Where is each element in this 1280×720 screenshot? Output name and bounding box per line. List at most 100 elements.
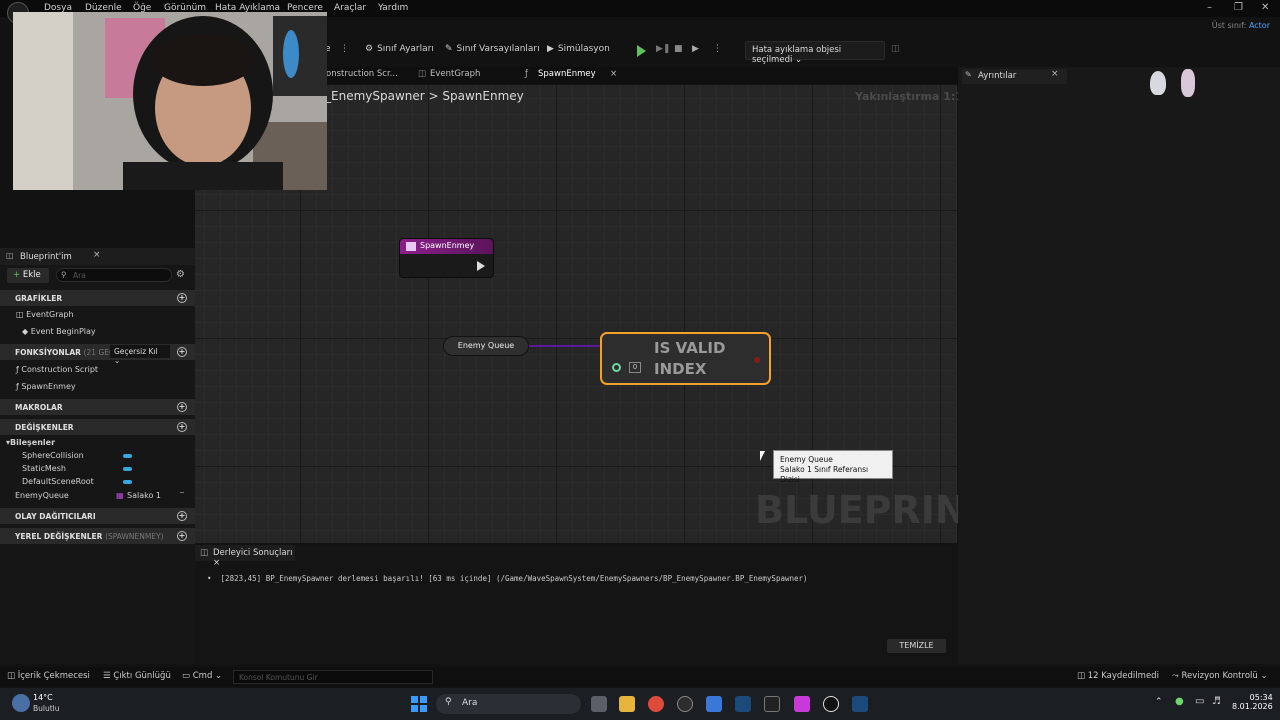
section-graphs[interactable]: GRAFİKLER +: [0, 290, 195, 306]
my-blueprint-title: Blueprint'im: [20, 252, 72, 262]
add-function-icon[interactable]: +: [177, 347, 187, 357]
minimize-icon[interactable]: –: [1207, 2, 1212, 13]
components-group[interactable]: ▾Bileşenler: [0, 438, 195, 452]
class-settings-button[interactable]: ⚙ Sınıf Ayarları: [365, 44, 434, 54]
close-panel-icon[interactable]: ×: [93, 250, 101, 260]
play-button[interactable]: [637, 45, 646, 57]
menu-tools[interactable]: Araçlar: [334, 3, 366, 13]
unsaved-assets-button[interactable]: ◫ 12 Kaydedilmedi: [1077, 671, 1159, 681]
restore-icon[interactable]: ❐: [1234, 2, 1243, 13]
chrome-icon[interactable]: [648, 696, 664, 712]
steam-icon[interactable]: [735, 696, 751, 712]
stop-icon[interactable]: ■: [674, 44, 683, 54]
my-blueprint-tab[interactable]: ◫ Blueprint'im ×: [0, 248, 195, 265]
bullet-icon: •: [207, 574, 221, 583]
github-icon[interactable]: [677, 696, 693, 712]
menu-help[interactable]: Yardım: [378, 3, 408, 13]
volume-icon[interactable]: ♬: [1212, 696, 1221, 707]
blueprint-watermark: BLUEPRINT: [755, 488, 993, 532]
debug-object-select[interactable]: Hata ayıklama objesi seçilmedi ⌄: [745, 41, 885, 65]
console-command-input[interactable]: Konsol Komutunu Gir: [233, 670, 433, 684]
taskbar-search-label: Ara: [462, 698, 478, 708]
exec-out-pin-icon[interactable]: [477, 261, 485, 271]
class-settings-label: Sınıf Ayarları: [377, 44, 434, 54]
tab-construction-script[interactable]: onstruction Scr...: [326, 69, 398, 79]
variable-row-default-scene-root[interactable]: DefaultSceneRoot: [0, 477, 195, 491]
variable-name: EnemyQueue: [15, 491, 69, 500]
section-event-dispatchers[interactable]: OLAY DAĞITICILARI +: [0, 508, 195, 524]
class-defaults-button[interactable]: ✎ Sınıf Varsayılanları: [445, 44, 540, 54]
app-icon[interactable]: [794, 696, 810, 712]
parent-class-link[interactable]: Actor: [1249, 21, 1270, 30]
tree-item-event-beginplay[interactable]: ◆ Event BeginPlay: [0, 327, 195, 341]
add-variable-icon[interactable]: +: [177, 422, 187, 432]
compiler-results-tab[interactable]: ◫ Derleyici Sonuçları ×: [195, 545, 295, 568]
clock[interactable]: 05:34 8.01.2026: [1232, 693, 1273, 711]
tree-item-construction-script[interactable]: ƒ Construction Script: [0, 365, 195, 379]
tab-event-graph[interactable]: EventGraph: [430, 69, 480, 79]
index-pin-icon[interactable]: [612, 363, 621, 372]
eye-icon[interactable]: ‾: [180, 491, 184, 500]
webcam-overlay: [13, 12, 327, 190]
details-panel: Ayrıntılar ✎ ×: [958, 67, 1280, 664]
step-icon[interactable]: ▶❚: [656, 44, 670, 54]
console-placeholder: Konsol Komutunu Gir: [239, 673, 318, 682]
content-drawer-button[interactable]: ◫ İçerik Çekmecesi: [7, 671, 90, 681]
variable-row-sphere-collision[interactable]: SphereCollision: [0, 451, 195, 465]
tray-chevron-icon[interactable]: ⌃: [1155, 697, 1163, 707]
section-local-variables[interactable]: YEREL DEĞİŞKENLER (SPAWNENMEY) +: [0, 528, 195, 544]
section-functions[interactable]: FONKSİYONLAR (21 GEÇERSİ Geçersiz Kıl ⌄ …: [0, 344, 195, 365]
find-in-browser-icon[interactable]: ◫: [891, 44, 900, 54]
simulation-button[interactable]: ▶ Simülasyon: [547, 44, 610, 54]
display-icon[interactable]: ▭: [1195, 696, 1204, 707]
gear-icon[interactable]: ⚙: [176, 269, 185, 280]
add-dispatcher-icon[interactable]: +: [177, 511, 187, 521]
close-tab-icon[interactable]: ×: [213, 558, 220, 568]
ghost-figure-icon: [1150, 71, 1166, 95]
variable-row-static-mesh[interactable]: StaticMesh: [0, 464, 195, 478]
close-details-icon[interactable]: ×: [1051, 69, 1059, 79]
store-icon[interactable]: [706, 696, 722, 712]
variable-row-enemy-queue[interactable]: EnemyQueue ▦ Salako 1 ‾: [0, 491, 195, 505]
task-view-icon[interactable]: [591, 696, 607, 712]
tree-item-spawn-enmey[interactable]: ƒ SpawnEnmey: [0, 382, 195, 396]
is-valid-index-node[interactable]: IS VALID INDEX 0: [600, 332, 771, 385]
details-tab-label: Ayrıntılar: [978, 71, 1017, 81]
tree-item-event-graph[interactable]: ◫ EventGraph: [0, 310, 195, 324]
add-local-variable-icon[interactable]: +: [177, 531, 187, 541]
eject-icon[interactable]: ▶: [692, 44, 699, 54]
cmd-dropdown[interactable]: ▭ Cmd ⌄: [182, 671, 222, 681]
variable-name: StaticMesh: [22, 464, 66, 473]
play-options-icon[interactable]: ⋮: [713, 44, 722, 54]
epic-games-icon[interactable]: [764, 696, 780, 712]
override-dropdown[interactable]: Geçersiz Kıl ⌄: [110, 345, 170, 365]
more-options-icon[interactable]: ⋮: [340, 44, 349, 54]
drawer-icon: ◫: [7, 671, 18, 681]
breadcrumb-parent[interactable]: _EnemySpawner: [325, 89, 425, 103]
graphs-section-label: GRAFİKLER: [15, 294, 63, 303]
blueprint-search-input[interactable]: ⚲ Ara: [56, 268, 172, 282]
taskbar-search[interactable]: ⚲ Ara: [436, 694, 581, 714]
close-tab-icon[interactable]: ×: [610, 69, 617, 79]
add-macro-icon[interactable]: +: [177, 402, 187, 412]
windows-start-icon[interactable]: [411, 696, 427, 712]
spawn-enmey-event-node[interactable]: SpawnEnmey: [399, 238, 494, 278]
tab-spawn-enmey[interactable]: SpawnEnmey: [538, 69, 596, 79]
enemy-queue-getter-node[interactable]: Enemy Queue: [443, 336, 529, 356]
my-blueprint-panel: ◫ Blueprint'im × + Ekle ⚲ Ara ⚙ GRAFİKLE…: [0, 248, 195, 664]
mic-icon[interactable]: ●: [1175, 696, 1184, 707]
clear-button[interactable]: TEMİZLE: [887, 639, 946, 653]
steam-2-icon[interactable]: [852, 696, 868, 712]
close-window-icon[interactable]: ✕: [1261, 2, 1269, 13]
section-macros[interactable]: MAKROLAR +: [0, 399, 195, 415]
index-input[interactable]: 0: [629, 362, 641, 373]
section-variables[interactable]: DEĞİŞKENLER +: [0, 419, 195, 435]
output-log-button[interactable]: ☰ Çıktı Günlüğü: [103, 671, 171, 681]
variable-type[interactable]: Salako 1: [127, 491, 161, 500]
bool-out-pin-icon[interactable]: [754, 357, 760, 363]
add-button[interactable]: + Ekle: [7, 268, 49, 283]
revision-control-button[interactable]: ⤳ Revizyon Kontrolü ⌄: [1172, 671, 1268, 681]
unreal-engine-icon[interactable]: [823, 696, 839, 712]
add-graph-icon[interactable]: +: [177, 293, 187, 303]
file-explorer-icon[interactable]: [619, 696, 635, 712]
